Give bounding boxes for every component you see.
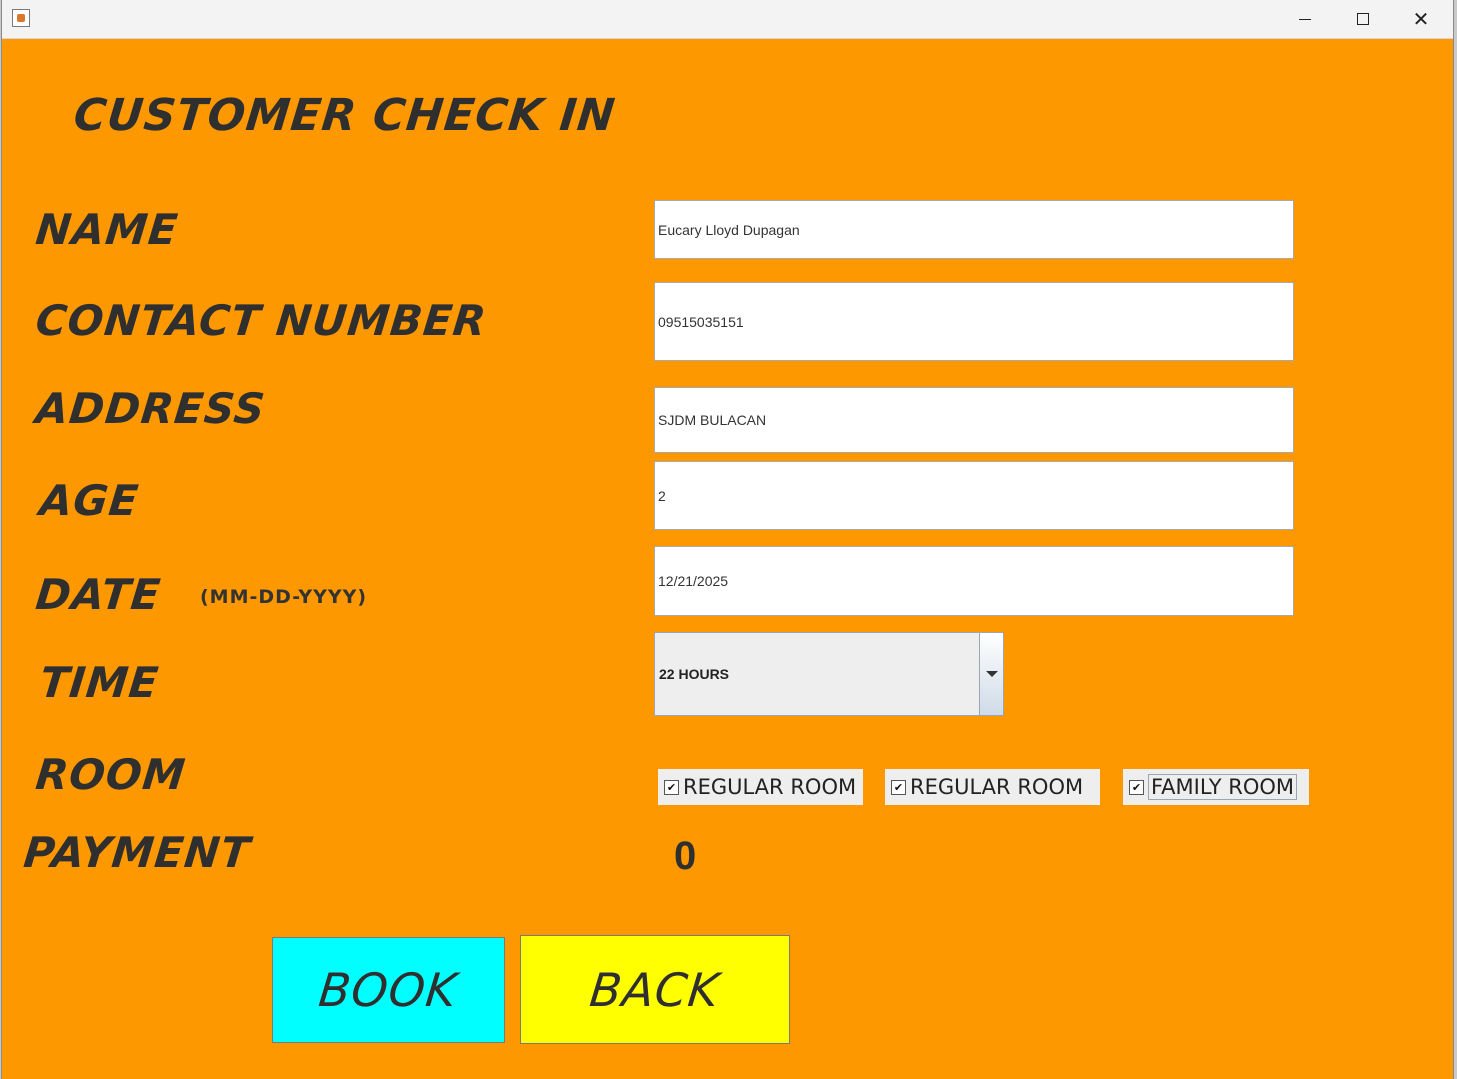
minimize-icon <box>1299 18 1311 20</box>
maximize-icon <box>1357 13 1369 25</box>
address-label: ADDRESS <box>33 384 268 433</box>
room-label: ROOM <box>33 750 189 799</box>
time-selected-value: 22 HOURS <box>659 666 730 682</box>
date-field[interactable]: 12/21/2025 <box>654 546 1294 616</box>
regular-room-label-2: REGULAR ROOM <box>910 775 1084 799</box>
contact-number-label: CONTACT NUMBER <box>33 296 490 345</box>
book-button-label: BOOK <box>316 963 461 1017</box>
regular-room-checkbox-2[interactable]: ✔ REGULAR ROOM <box>885 769 1100 805</box>
address-field[interactable]: SJDM BULACAN <box>654 387 1294 453</box>
close-icon: ✕ <box>1412 7 1430 31</box>
contact-number-field[interactable]: 09515035151 <box>654 282 1294 361</box>
close-button[interactable]: ✕ <box>1392 0 1450 38</box>
check-in-window: ✕ CUSTOMER CHECK IN NAME Eucary Lloyd Du… <box>2 0 1453 1079</box>
maximize-button[interactable] <box>1334 0 1392 38</box>
back-button[interactable]: BACK <box>520 935 790 1044</box>
name-label: NAME <box>33 205 181 254</box>
age-field[interactable]: 2 <box>654 461 1294 530</box>
name-field[interactable]: Eucary Lloyd Dupagan <box>654 200 1294 259</box>
family-room-label: FAMILY ROOM <box>1148 774 1298 800</box>
title-bar: ✕ <box>2 0 1453 39</box>
payment-label: PAYMENT <box>21 828 253 877</box>
time-dropdown[interactable]: 22 HOURS <box>654 632 1004 716</box>
regular-room-label-1: REGULAR ROOM <box>683 775 857 799</box>
page-title: CUSTOMER CHECK IN <box>71 90 618 141</box>
minimize-button[interactable] <box>1276 0 1334 38</box>
dropdown-arrow-icon[interactable] <box>979 633 1003 715</box>
family-room-checkbox[interactable]: ✔ FAMILY ROOM <box>1123 769 1309 805</box>
back-button-label: BACK <box>587 962 723 1017</box>
java-app-icon <box>12 9 30 27</box>
payment-amount: 0 <box>674 834 697 878</box>
date-label: DATE <box>33 570 164 619</box>
checkbox-check-icon: ✔ <box>1129 779 1144 795</box>
age-label: AGE <box>37 476 142 525</box>
regular-room-checkbox-1[interactable]: ✔ REGULAR ROOM <box>658 769 863 805</box>
time-label: TIME <box>37 658 162 707</box>
book-button[interactable]: BOOK <box>272 937 505 1043</box>
checkbox-check-icon: ✔ <box>664 779 679 795</box>
date-format-hint: (MM-DD-YYYY) <box>200 586 368 608</box>
checkbox-check-icon: ✔ <box>891 779 906 795</box>
